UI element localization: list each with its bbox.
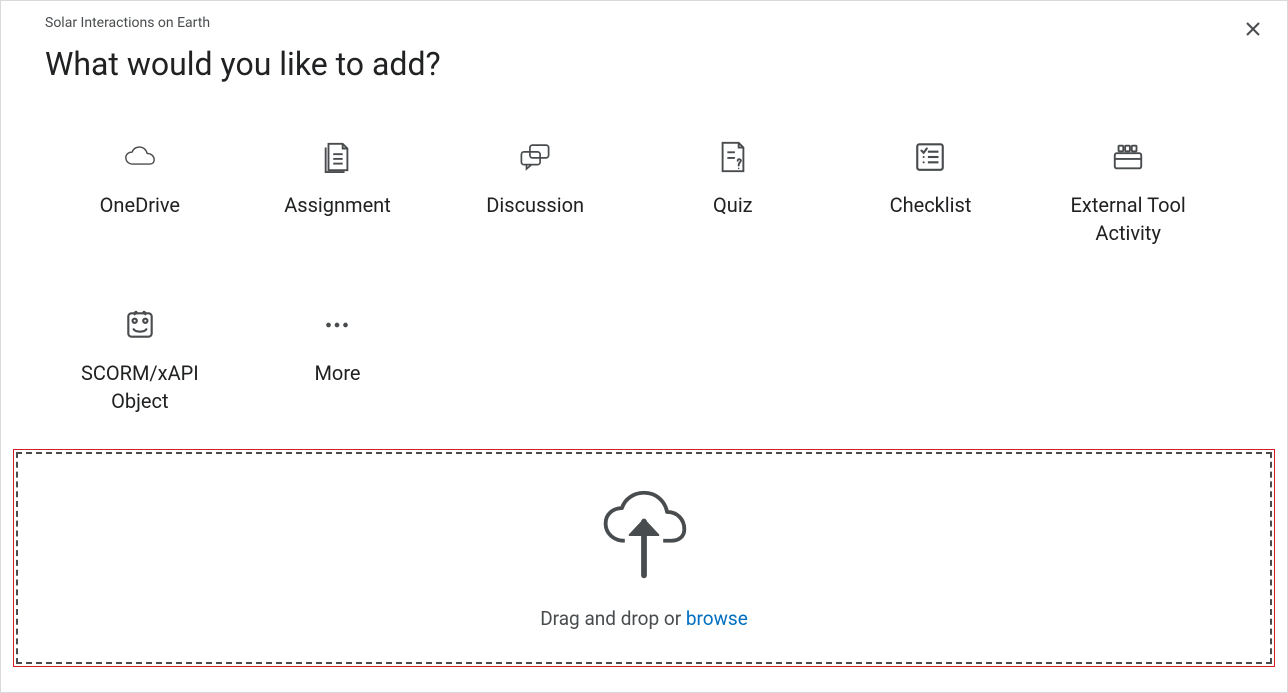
dropzone-container: Drag and drop or browse [1,449,1287,679]
browse-link[interactable]: browse [686,607,748,630]
tile-external-tool[interactable]: External Tool Activity [1039,133,1217,251]
tile-discussion[interactable]: Discussion [446,133,624,251]
close-button[interactable] [1243,21,1263,41]
upload-cloud-icon [596,487,692,587]
tile-checklist[interactable]: Checklist [842,133,1020,251]
tile-onedrive[interactable]: OneDrive [51,133,229,251]
tile-label: Assignment [284,191,391,219]
dialog-title: What would you like to add? [45,45,1267,83]
tile-quiz[interactable]: Quiz [644,133,822,251]
more-icon [320,305,354,345]
tile-assignment[interactable]: Assignment [249,133,427,251]
tile-label: More [314,359,360,387]
tile-label: External Tool Activity [1043,191,1213,247]
tile-label: OneDrive [100,191,180,219]
external-tool-icon [1111,137,1145,177]
tile-scorm[interactable]: SCORM/xAPI Object [51,301,229,419]
activity-type-grid: OneDrive Assignment Discussion [1,83,1287,449]
tile-label: SCORM/xAPI Object [55,359,225,415]
quiz-icon [716,137,750,177]
tile-more[interactable]: More [249,301,427,419]
dropzone-text-prefix: Drag and drop or [540,607,686,630]
assignment-icon [320,137,354,177]
tile-label: Quiz [713,191,753,219]
dropzone-highlight: Drag and drop or browse [13,449,1275,667]
tile-label: Discussion [486,191,584,219]
module-name: Solar Interactions on Earth [45,15,1267,31]
dialog-header: Solar Interactions on Earth What would y… [1,1,1287,83]
checklist-icon [913,137,947,177]
dropzone-text: Drag and drop or browse [540,607,748,630]
close-icon [1245,21,1261,41]
tile-label: Checklist [890,191,972,219]
discussion-icon [518,137,552,177]
file-dropzone[interactable]: Drag and drop or browse [16,452,1272,664]
cloud-icon [123,137,157,177]
scorm-icon [123,305,157,345]
